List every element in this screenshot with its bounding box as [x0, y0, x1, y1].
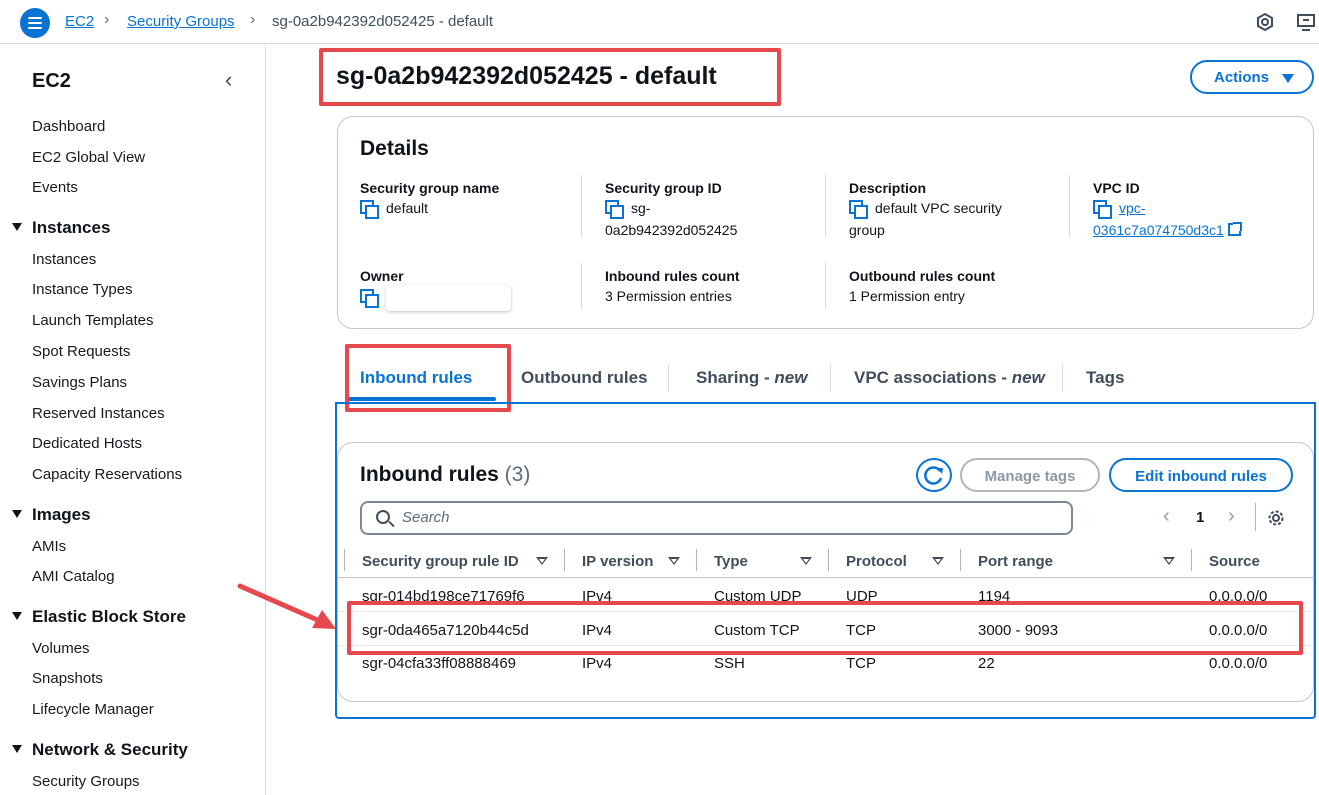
- page-number[interactable]: 1: [1196, 509, 1204, 526]
- highlight-box-title: [319, 48, 781, 106]
- sidebar-item-reserved-instances[interactable]: Reserved Instances: [32, 405, 165, 422]
- inbound-rules-panel: Inbound rules (3) Manage tags Edit inbou…: [337, 442, 1314, 702]
- caret-down-icon: [12, 223, 22, 231]
- annotation-arrow-icon: [237, 583, 336, 629]
- prev-page-icon[interactable]: ‹: [1163, 505, 1170, 528]
- vpc-link[interactable]: vpc-: [1119, 200, 1145, 216]
- highlight-box-row: [347, 601, 1303, 655]
- sidebar-section-instances[interactable]: Instances: [12, 218, 110, 238]
- field-sg-id: Security group ID sg- 0a2b942392d052425: [605, 180, 738, 238]
- sort-icon[interactable]: [932, 557, 944, 565]
- sidebar-item-ami-catalog[interactable]: AMI Catalog: [32, 568, 115, 585]
- sidebar-item-dashboard[interactable]: Dashboard: [32, 118, 105, 135]
- field-inbound-count: Inbound rules count 3 Permission entries: [605, 268, 740, 304]
- menu-icon[interactable]: [20, 8, 50, 38]
- sidebar-item-capacity-reservations[interactable]: Capacity Reservations: [32, 466, 182, 483]
- field-owner: Owner: [360, 267, 580, 311]
- copy-icon[interactable]: [360, 288, 379, 308]
- sidebar-item-spot-requests[interactable]: Spot Requests: [32, 343, 130, 360]
- sidebar-item-instances[interactable]: Instances: [32, 251, 96, 268]
- breadcrumb-ec2[interactable]: EC2: [65, 13, 94, 30]
- sidebar: EC2 ‹ Dashboard EC2 Global View Events I…: [0, 45, 266, 795]
- column-header-rule-id[interactable]: Security group rule ID: [362, 553, 519, 570]
- column-header-type[interactable]: Type: [714, 553, 748, 570]
- column-header-port-range[interactable]: Port range: [978, 553, 1053, 570]
- vpc-link[interactable]: 0361c7a074750d3c1: [1093, 222, 1224, 238]
- column-header-protocol[interactable]: Protocol: [846, 553, 907, 570]
- edit-inbound-rules-button[interactable]: Edit inbound rules: [1109, 458, 1293, 492]
- field-sg-name: Security group name default: [360, 180, 500, 219]
- field-description: Description default VPC security group: [849, 180, 1002, 238]
- details-heading: Details: [360, 137, 429, 160]
- refresh-button[interactable]: [916, 458, 952, 492]
- settings-gear-icon[interactable]: [1267, 509, 1285, 527]
- top-bar: EC2 › Security Groups › sg-0a2b942392d05…: [0, 0, 1319, 44]
- copy-icon[interactable]: [605, 200, 624, 219]
- sort-icon[interactable]: [1163, 557, 1175, 565]
- caret-down-icon: [1282, 74, 1294, 83]
- next-page-icon[interactable]: ›: [1228, 505, 1235, 528]
- sidebar-item-savings-plans[interactable]: Savings Plans: [32, 374, 127, 391]
- search-input[interactable]: [402, 509, 1002, 526]
- sidebar-section-network-security[interactable]: Network & Security: [12, 740, 188, 760]
- notifications-icon[interactable]: [1255, 12, 1275, 32]
- tab-outbound-rules[interactable]: Outbound rules: [521, 368, 648, 388]
- column-header-source[interactable]: Source: [1209, 553, 1260, 570]
- tab-tags[interactable]: Tags: [1086, 368, 1124, 388]
- caret-down-icon: [12, 612, 22, 620]
- sidebar-item-volumes[interactable]: Volumes: [32, 640, 90, 657]
- copy-icon[interactable]: [849, 200, 868, 219]
- sidebar-item-lifecycle-manager[interactable]: Lifecycle Manager: [32, 701, 154, 718]
- sidebar-item-security-groups[interactable]: Security Groups: [32, 773, 140, 790]
- sidebar-item-instance-types[interactable]: Instance Types: [32, 281, 133, 298]
- chevron-right-icon: ›: [104, 11, 110, 28]
- rules-heading: Inbound rules (3): [360, 463, 531, 486]
- breadcrumb-current: sg-0a2b942392d052425 - default: [272, 13, 494, 30]
- copy-icon[interactable]: [1093, 200, 1112, 219]
- caret-down-icon: [12, 510, 22, 518]
- external-link-icon[interactable]: [1227, 222, 1242, 236]
- sidebar-item-events[interactable]: Events: [32, 179, 78, 196]
- sidebar-item-global-view[interactable]: EC2 Global View: [32, 149, 145, 166]
- caret-down-icon: [12, 745, 22, 753]
- search-icon: [376, 510, 390, 524]
- field-vpc-id: VPC ID vpc- 0361c7a074750d3c1: [1093, 179, 1313, 241]
- sidebar-item-launch-templates[interactable]: Launch Templates: [32, 312, 153, 329]
- tab-vpc-associations[interactable]: VPC associations - new: [854, 368, 1045, 388]
- sidebar-title: EC2: [32, 70, 71, 92]
- column-header-ip-version[interactable]: IP version: [582, 553, 653, 570]
- copy-icon[interactable]: [360, 200, 379, 219]
- manage-tags-button[interactable]: Manage tags: [960, 458, 1100, 492]
- sort-icon[interactable]: [800, 557, 812, 565]
- sort-icon[interactable]: [536, 557, 548, 565]
- sidebar-section-ebs[interactable]: Elastic Block Store: [12, 607, 186, 627]
- sidebar-item-dedicated-hosts[interactable]: Dedicated Hosts: [32, 435, 142, 452]
- sidebar-item-snapshots[interactable]: Snapshots: [32, 670, 103, 687]
- feedback-icon[interactable]: [1296, 12, 1316, 32]
- breadcrumb-security-groups[interactable]: Security Groups: [127, 13, 235, 30]
- field-outbound-count: Outbound rules count 1 Permission entry: [849, 268, 996, 304]
- details-panel: Details Security group name default Secu…: [337, 116, 1314, 329]
- tab-sharing[interactable]: Sharing - new: [696, 368, 807, 388]
- sort-icon[interactable]: [668, 557, 680, 565]
- search-field[interactable]: [360, 501, 1073, 535]
- sidebar-section-images[interactable]: Images: [12, 505, 91, 525]
- sidebar-item-amis[interactable]: AMIs: [32, 538, 66, 555]
- collapse-icon[interactable]: ‹: [225, 67, 232, 93]
- chevron-right-icon: ›: [250, 11, 256, 28]
- actions-button[interactable]: Actions: [1190, 60, 1314, 94]
- redacted-owner: [386, 285, 511, 311]
- refresh-icon: [924, 466, 943, 485]
